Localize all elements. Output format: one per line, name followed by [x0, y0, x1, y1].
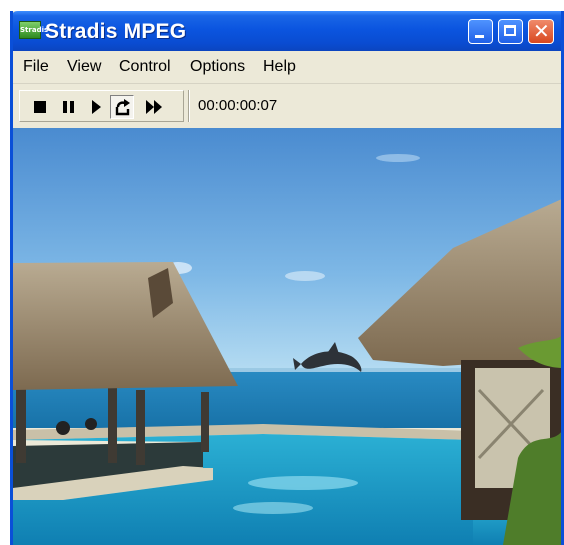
menu-help[interactable]: Help	[263, 58, 296, 76]
minimize-icon	[475, 35, 484, 38]
video-scene	[13, 128, 561, 545]
toolbar: 00:00:00:07	[13, 84, 561, 128]
menu-control[interactable]: Control	[119, 58, 171, 76]
close-button[interactable]: ✕	[528, 19, 554, 44]
title-bar[interactable]: Stradis Stradis MPEG ✕	[13, 11, 561, 51]
play-button[interactable]	[84, 95, 108, 119]
video-frame[interactable]	[13, 128, 561, 545]
loop-button[interactable]	[110, 95, 134, 119]
menu-options[interactable]: Options	[190, 58, 245, 76]
menu-view[interactable]: View	[67, 58, 101, 76]
playback-controls	[19, 90, 184, 122]
maximize-icon	[504, 25, 516, 36]
loop-icon	[115, 99, 130, 116]
minimize-button[interactable]	[468, 19, 493, 44]
fast-forward-button[interactable]	[142, 95, 166, 119]
maximize-button[interactable]	[498, 19, 523, 44]
menu-bar: File View Control Options Help	[13, 51, 561, 84]
toolbar-separator	[188, 90, 190, 122]
window-title: Stradis MPEG	[45, 20, 187, 43]
close-icon: ✕	[533, 19, 550, 43]
stop-button[interactable]	[28, 95, 52, 119]
time-display: 00:00:00:07	[198, 97, 278, 114]
fast-forward-icon	[146, 100, 162, 114]
media-player-window: Stradis Stradis MPEG ✕ File View Control…	[10, 11, 564, 545]
menu-file[interactable]: File	[23, 58, 49, 76]
pause-button[interactable]	[57, 95, 81, 119]
pause-icon	[63, 101, 74, 113]
app-icon[interactable]: Stradis	[19, 21, 48, 39]
play-icon	[92, 100, 101, 114]
stop-icon	[34, 101, 46, 113]
